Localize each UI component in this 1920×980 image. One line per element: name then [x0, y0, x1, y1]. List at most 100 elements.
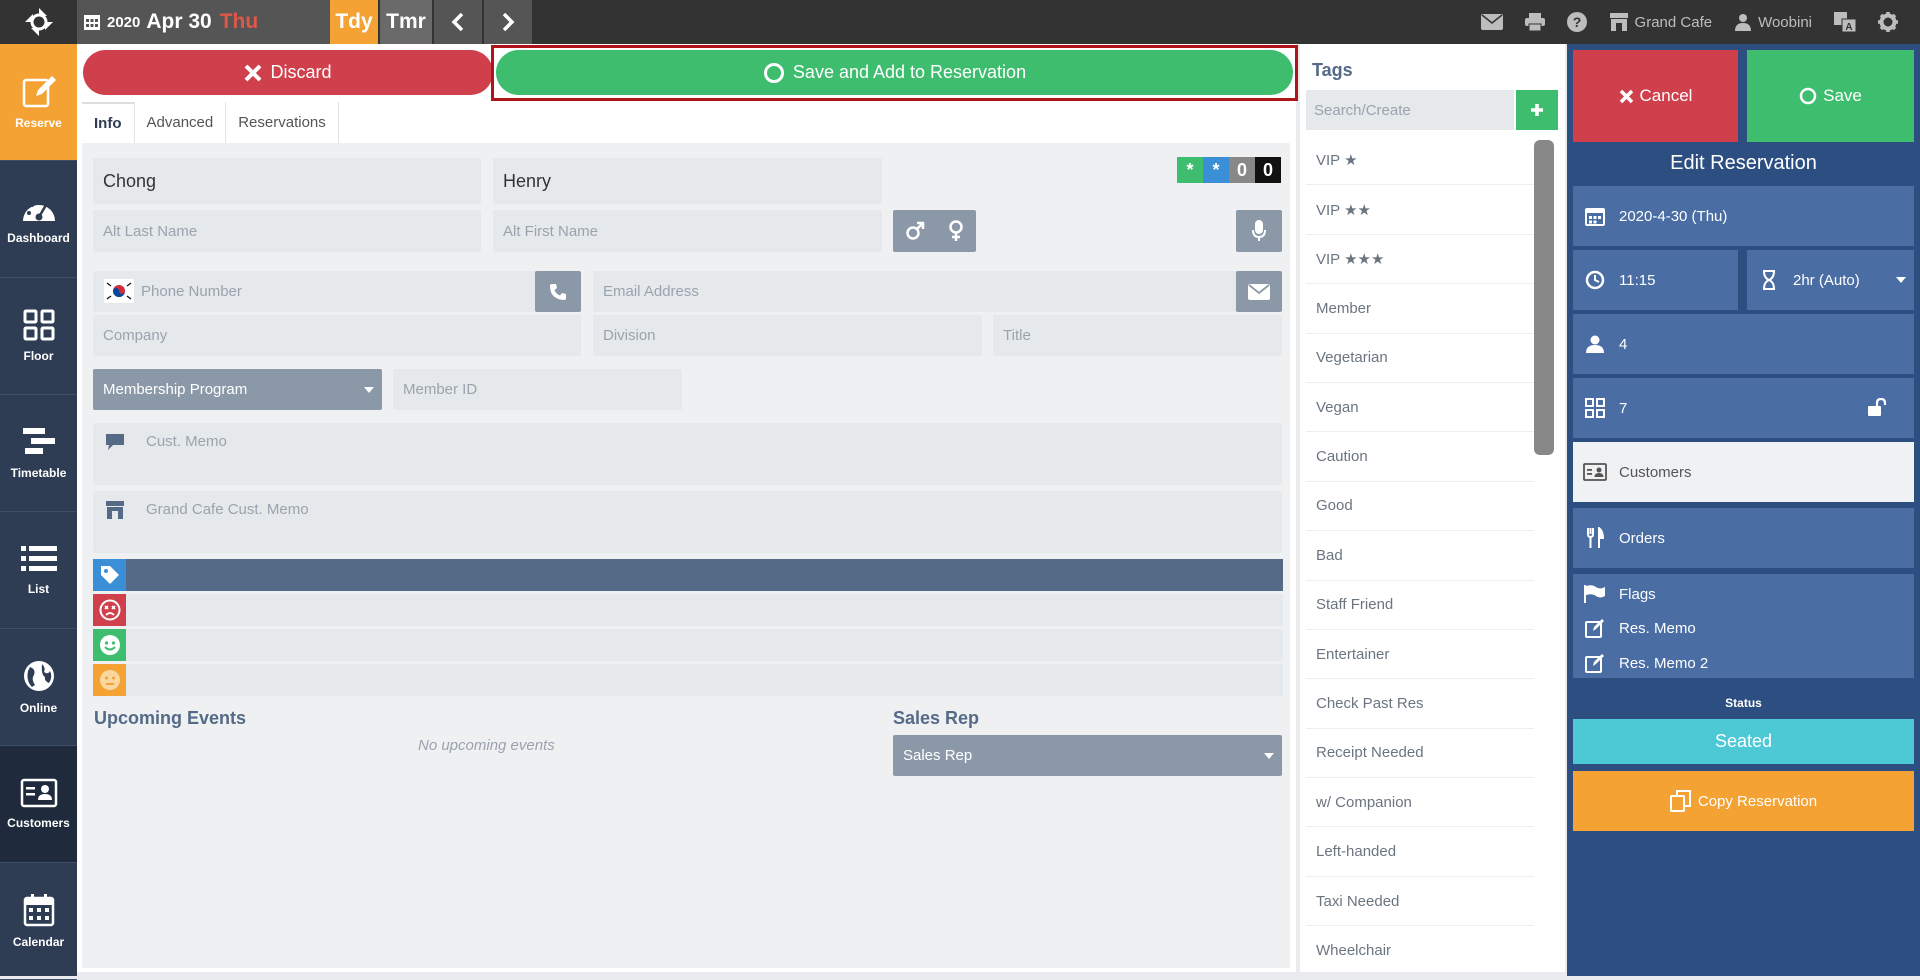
tags-scrollbar[interactable] [1534, 140, 1554, 455]
party-size-field[interactable]: 4 [1573, 314, 1914, 374]
app-logo-icon[interactable] [0, 0, 77, 44]
timetable-icon [22, 428, 55, 454]
reservation-time-field[interactable]: 11:15 [1573, 250, 1738, 310]
unlock-icon[interactable] [1868, 398, 1888, 416]
nav-customers[interactable]: Customers [0, 746, 77, 863]
nav-timetable[interactable]: Timetable [0, 395, 77, 512]
tag-item[interactable]: Vegan [1306, 383, 1534, 433]
tag-item[interactable]: VIP ★★ [1306, 185, 1534, 235]
phone-field[interactable]: Phone Number [93, 271, 581, 312]
store-icon [1609, 13, 1628, 31]
discard-label: Discard [270, 62, 332, 82]
tag-item[interactable]: Wheelchair [1306, 926, 1534, 976]
table-field[interactable]: 7 [1573, 378, 1914, 438]
tab-reservations[interactable]: Reservations [226, 102, 339, 143]
tag-item[interactable]: Member [1306, 284, 1534, 334]
date-picker[interactable]: 2020 Apr 30 Thu [77, 0, 330, 44]
tab-advanced[interactable]: Advanced [135, 102, 227, 143]
help-icon[interactable]: ? [1566, 12, 1587, 32]
reservation-date-field[interactable]: 2020-4-30 (Thu) [1573, 186, 1914, 246]
last-name-field[interactable]: Chong [93, 158, 481, 204]
tag-item[interactable]: Staff Friend [1306, 581, 1534, 630]
neutral-notes-row[interactable] [93, 664, 1283, 696]
cancel-button[interactable]: Cancel [1573, 50, 1738, 142]
member-id-field[interactable]: Member ID [393, 369, 682, 410]
tag-item[interactable]: Left-handed [1306, 827, 1534, 877]
country-flag-icon[interactable] [104, 279, 134, 303]
tag-item[interactable]: Caution [1306, 432, 1534, 482]
highlight-frame [491, 45, 1298, 101]
tag-item[interactable]: w/ Companion [1306, 778, 1534, 828]
res-memo-item[interactable]: Res. Memo [1583, 618, 1696, 638]
nav-online[interactable]: Online [0, 629, 77, 746]
status-label: Status [1725, 696, 1762, 710]
flags-label: Flags [1619, 585, 1656, 603]
next-day-button[interactable] [484, 0, 532, 44]
negative-notes-row[interactable] [93, 594, 1283, 626]
reservation-date: 2020-4-30 (Thu) [1619, 207, 1728, 225]
nav-calendar[interactable]: Calendar [0, 863, 77, 980]
nav-label: Reserve [15, 116, 62, 130]
previous-day-button[interactable] [434, 0, 482, 44]
flags-item[interactable]: Flags [1583, 584, 1656, 604]
orders-field[interactable]: Orders [1573, 508, 1914, 568]
voice-input-button[interactable] [1236, 210, 1282, 252]
tag-item[interactable]: Entertainer [1306, 630, 1534, 680]
reservation-duration-select[interactable]: 2hr (Auto) [1747, 250, 1914, 310]
store-selector[interactable]: Grand Cafe [1609, 13, 1712, 31]
today-button[interactable]: Tdy [330, 0, 378, 44]
tag-item[interactable]: Taxi Needed [1306, 877, 1534, 927]
tag-item[interactable]: VIP ★★★ [1306, 235, 1534, 285]
alt-first-name-field[interactable]: Alt First Name [493, 210, 882, 252]
nav-floor[interactable]: Floor [0, 278, 77, 395]
copy-reservation-button[interactable]: Copy Reservation [1573, 771, 1914, 831]
cust-memo-field[interactable]: Cust. Memo [93, 423, 1282, 485]
title-field[interactable]: Title [993, 315, 1282, 356]
left-nav: Reserve Dashboard Floor Timetable List O… [0, 44, 77, 980]
nav-list[interactable]: List [0, 512, 77, 629]
positive-notes-row[interactable] [93, 629, 1283, 661]
language-icon[interactable]: A [1834, 12, 1856, 32]
res-memo2-item[interactable]: Res. Memo 2 [1583, 653, 1708, 673]
nav-reserve[interactable]: Reserve [0, 44, 77, 161]
close-icon [245, 64, 262, 81]
company-field[interactable]: Company [93, 315, 581, 356]
nav-label: Customers [7, 816, 70, 830]
call-button[interactable] [535, 271, 581, 312]
tomorrow-button[interactable]: Tmr [380, 0, 432, 44]
email-field[interactable]: Email Address [593, 271, 1282, 312]
edit-reservation-title: Edit Reservation [1670, 152, 1817, 174]
user-menu[interactable]: Woobini [1734, 13, 1812, 31]
tag-item[interactable]: VIP ★ [1306, 136, 1534, 186]
alt-last-name-field[interactable]: Alt Last Name [93, 210, 481, 252]
tag-item[interactable]: Receipt Needed [1306, 729, 1534, 779]
discard-button[interactable]: Discard [83, 50, 493, 95]
badge-blue: * [1203, 157, 1229, 183]
status-seated-button[interactable]: Seated [1573, 719, 1914, 764]
send-email-button[interactable] [1236, 271, 1282, 312]
customers-field[interactable]: Customers [1573, 442, 1914, 502]
sales-rep-select[interactable]: Sales Rep [893, 735, 1282, 776]
tag-item[interactable]: Bad [1306, 531, 1534, 581]
globe-icon [23, 661, 54, 691]
first-name-field[interactable]: Henry [493, 158, 882, 204]
division-field[interactable]: Division [593, 315, 982, 356]
tag-item[interactable]: Good [1306, 482, 1534, 532]
printer-icon[interactable] [1524, 13, 1545, 31]
nav-dashboard[interactable]: Dashboard [0, 161, 77, 278]
gear-icon[interactable] [1878, 12, 1898, 32]
tag-search-input[interactable]: Search/Create [1306, 90, 1514, 130]
save-button[interactable]: Save [1747, 50, 1914, 142]
tab-info[interactable]: Info [82, 102, 135, 143]
store-memo-field[interactable]: Grand Cafe Cust. Memo [93, 491, 1282, 553]
sales-rep-title: Sales Rep [893, 708, 980, 728]
tag-item[interactable]: Check Past Res [1306, 679, 1534, 729]
clock-icon [1583, 270, 1607, 290]
membership-program-select[interactable]: Membership Program [93, 369, 382, 410]
mail-icon[interactable] [1480, 14, 1503, 30]
gender-toggle[interactable] [893, 210, 976, 252]
nav-label: Calendar [12, 935, 65, 949]
tag-item[interactable]: Vegetarian [1306, 334, 1534, 383]
customer-tags-row[interactable] [93, 559, 1283, 591]
add-tag-button[interactable] [1516, 90, 1558, 130]
